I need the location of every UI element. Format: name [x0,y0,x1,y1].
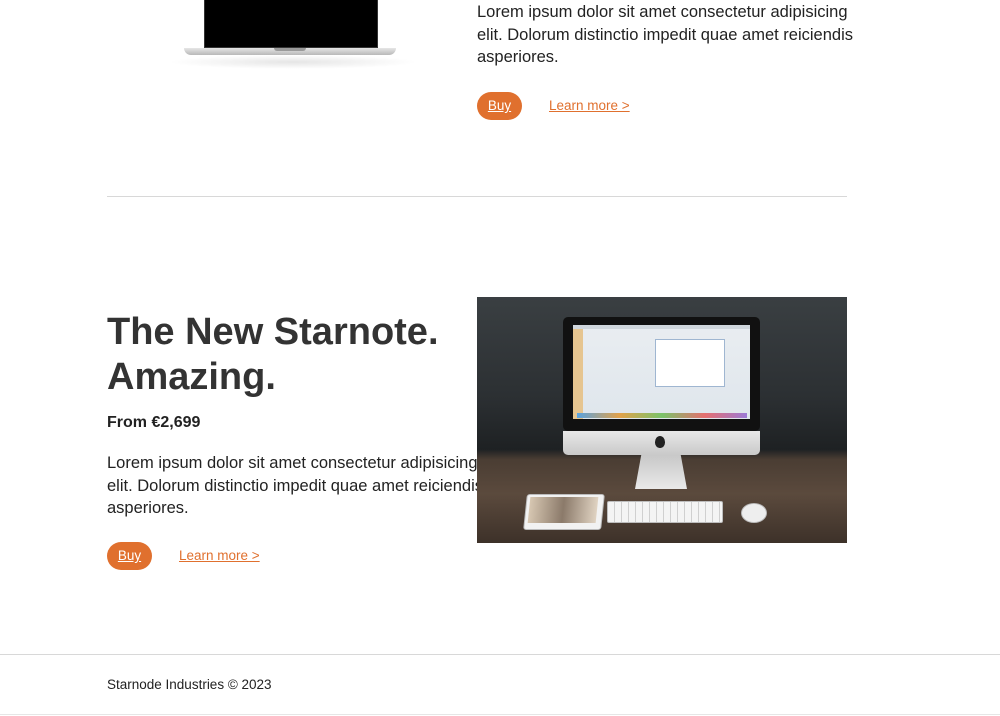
learn-more-link[interactable]: Learn more > [549,92,630,120]
product-photo [477,297,847,543]
product-description: Lorem ipsum dolor sit amet consectetur a… [107,454,484,517]
buy-button[interactable]: Buy [477,92,522,120]
product-headline: The New Starnote. Amazing. [107,310,487,400]
laptop-notch [274,48,306,51]
imac-sidebar [573,329,583,419]
buy-button[interactable]: Buy [107,542,152,570]
product-description: Lorem ipsum dolor sit amet consectetur a… [477,3,854,66]
imac-dock [577,413,747,418]
keyboard [607,501,723,523]
section-divider [107,196,847,197]
tablet-screen [527,497,599,523]
laptop-image [204,0,378,48]
imac-dialog [655,339,725,387]
apple-logo-icon [655,436,665,448]
footer-copyright: Starnode Industries © 2023 [107,677,272,692]
imac-stand [635,455,687,489]
imac-menubar [573,325,750,329]
headline-line-1: The New Starnote. [107,311,439,353]
footer-bottom-divider [0,714,1000,715]
headline-line-2: Amazing. [107,356,276,398]
product-price: From €2,699 [107,414,201,431]
mouse [741,503,767,523]
laptop-shadow [168,55,418,69]
learn-more-link[interactable]: Learn more > [179,542,260,570]
footer-divider [0,654,1000,655]
